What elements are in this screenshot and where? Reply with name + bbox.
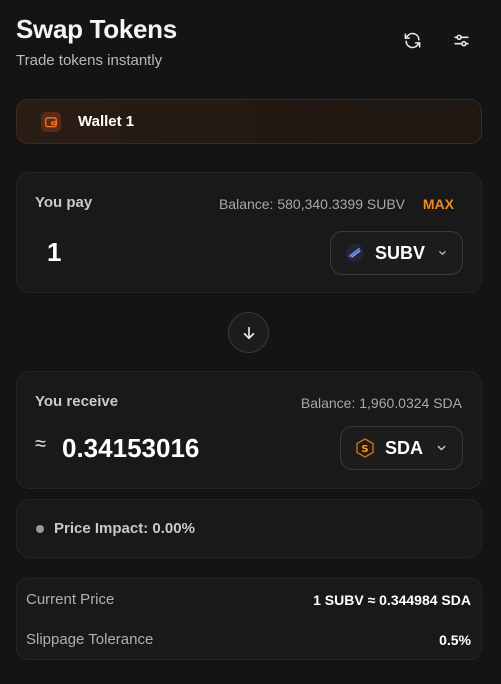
pay-token-symbol: SUBV xyxy=(375,242,426,263)
receive-amount: 0.34153016 xyxy=(62,433,200,463)
receive-token-symbol: SDA xyxy=(385,437,424,458)
subv-token-icon xyxy=(345,243,365,263)
header: Swap Tokens Trade tokens instantly xyxy=(16,14,486,74)
page-subtitle: Trade tokens instantly xyxy=(16,52,163,69)
status-dot xyxy=(36,524,44,533)
price-impact-text: Price Impact: 0.00% xyxy=(54,520,195,537)
sliders-icon xyxy=(453,34,469,46)
current-price-value: 1 SUBV ≈ 0.344984 SDA xyxy=(313,592,471,608)
arrow-down-icon xyxy=(243,326,254,339)
chevron-down-icon xyxy=(439,251,446,255)
svg-text:S: S xyxy=(361,444,368,455)
swap-details: Current Price 1 SUBV ≈ 0.344984 SDA Slip… xyxy=(16,578,482,660)
slippage-label: Slippage Tolerance xyxy=(26,631,154,648)
approx-symbol: ≈ xyxy=(35,433,46,455)
pay-amount-input[interactable]: 1 xyxy=(47,237,61,268)
slippage-value: 0.5% xyxy=(439,632,471,648)
max-button[interactable]: MAX xyxy=(423,196,454,212)
refresh-icon xyxy=(404,32,420,48)
current-price-label: Current Price xyxy=(26,591,115,608)
swap-direction-button[interactable] xyxy=(228,312,269,353)
receive-token-selector[interactable]: S SDA xyxy=(340,426,463,470)
wallet-icon xyxy=(41,111,61,132)
pay-label: You pay xyxy=(35,194,93,211)
chevron-down-icon xyxy=(437,445,446,451)
receive-label: You receive xyxy=(35,393,119,410)
refresh-button[interactable] xyxy=(398,26,426,54)
sda-token-icon: S xyxy=(355,438,375,458)
pay-token-selector[interactable]: SUBV xyxy=(330,231,463,275)
settings-button[interactable] xyxy=(447,26,475,54)
wallet-label: Wallet 1 xyxy=(78,113,135,130)
pay-card: You pay Balance: 580,340.3399 SUBV MAX 1… xyxy=(16,172,482,293)
price-impact-panel: Price Impact: 0.00% xyxy=(16,499,482,558)
pay-balance: Balance: 580,340.3399 SUBV xyxy=(218,196,405,212)
wallet-selector[interactable]: Wallet 1 xyxy=(16,99,482,144)
receive-balance: Balance: 1,960.0324 SDA xyxy=(300,395,462,411)
receive-card: You receive Balance: 1,960.0324 SDA ≈ 0.… xyxy=(16,371,482,489)
